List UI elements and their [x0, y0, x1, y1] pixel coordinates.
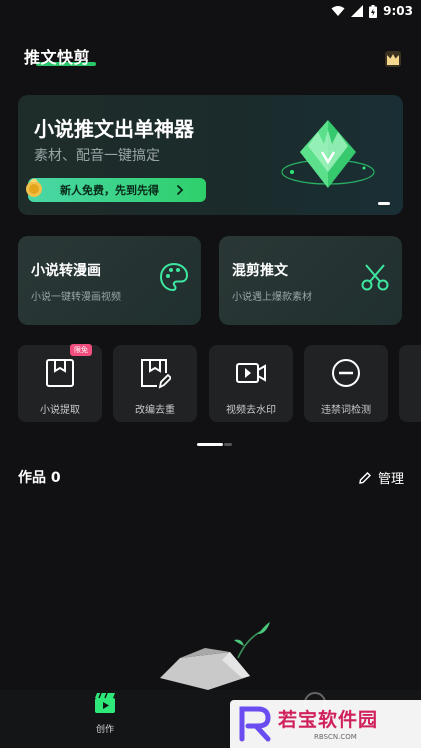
status-bar: 9:03	[0, 0, 421, 26]
banner-cta-button[interactable]: 新人免费，先到先得	[28, 178, 206, 202]
watermark-sub: RBSCN.COM	[314, 733, 357, 741]
tool-label: 视频去水印	[226, 405, 276, 416]
gift-coin-icon	[26, 179, 42, 197]
free-badge: 限免	[70, 344, 92, 356]
tool-label: 改编去重	[135, 405, 175, 416]
chevron-right-icon	[176, 184, 184, 196]
card-subtitle: 小说一键转漫画视频	[31, 292, 121, 303]
tool-adapt-dedupe[interactable]: 改编去重	[113, 345, 197, 422]
banner-subtitle: 素材、配音一键搞定	[34, 148, 160, 164]
feature-card-novel-to-comic[interactable]: 小说转漫画 小说一键转漫画视频	[18, 236, 201, 325]
app-title: 推文快剪	[24, 48, 91, 67]
signal-icon	[351, 5, 364, 17]
status-time: 9:03	[383, 4, 413, 18]
tool-label: 违禁词检测	[321, 405, 371, 416]
forbidden-word-icon	[332, 359, 360, 387]
pencil-icon	[359, 471, 371, 484]
banner-page-dot	[378, 202, 390, 205]
manage-label: 管理	[378, 472, 405, 487]
nav-create-label: 创作	[95, 725, 114, 735]
diamond-crown-icon	[281, 120, 375, 188]
card-subtitle: 小说遇上爆款素材	[232, 292, 312, 303]
works-title: 作品 0	[18, 470, 61, 486]
manage-button[interactable]: 管理	[358, 468, 404, 487]
vip-crown-icon[interactable]	[384, 50, 402, 68]
tools-page-indicator	[224, 443, 232, 446]
palette-icon	[159, 262, 189, 292]
watermark-logo: 若宝软件园 RBSCN.COM	[230, 700, 421, 748]
tool-next-partial[interactable]	[399, 345, 421, 422]
empty-box-icon	[160, 622, 270, 690]
tool-forbidden-word-check[interactable]: 违禁词检测	[304, 345, 388, 422]
banner-title: 小说推文出单神器	[34, 117, 194, 141]
video-watermark-icon	[236, 363, 266, 383]
tools-page-indicator-active	[197, 443, 223, 446]
r-logo-icon	[239, 706, 271, 742]
book-extract-icon	[46, 359, 74, 387]
edit-dedupe-icon	[141, 359, 171, 389]
tool-video-watermark[interactable]: 视频去水印	[209, 345, 293, 422]
battery-icon	[369, 4, 378, 18]
feature-card-mix-cut[interactable]: 混剪推文 小说遇上爆款素材	[219, 236, 402, 325]
banner-cta-label: 新人免费，先到先得	[60, 184, 159, 197]
nav-create-tab[interactable]: 创作	[82, 692, 128, 735]
clapperboard-icon	[95, 692, 115, 713]
scissors-icon	[361, 264, 389, 291]
wifi-icon	[331, 6, 345, 16]
tool-novel-extract[interactable]: 小说提取 限免	[18, 344, 102, 422]
card-title: 小说转漫画	[31, 263, 101, 279]
tool-label: 小说提取	[40, 405, 80, 416]
card-title: 混剪推文	[232, 263, 288, 279]
watermark-text: 若宝软件园	[278, 709, 379, 731]
